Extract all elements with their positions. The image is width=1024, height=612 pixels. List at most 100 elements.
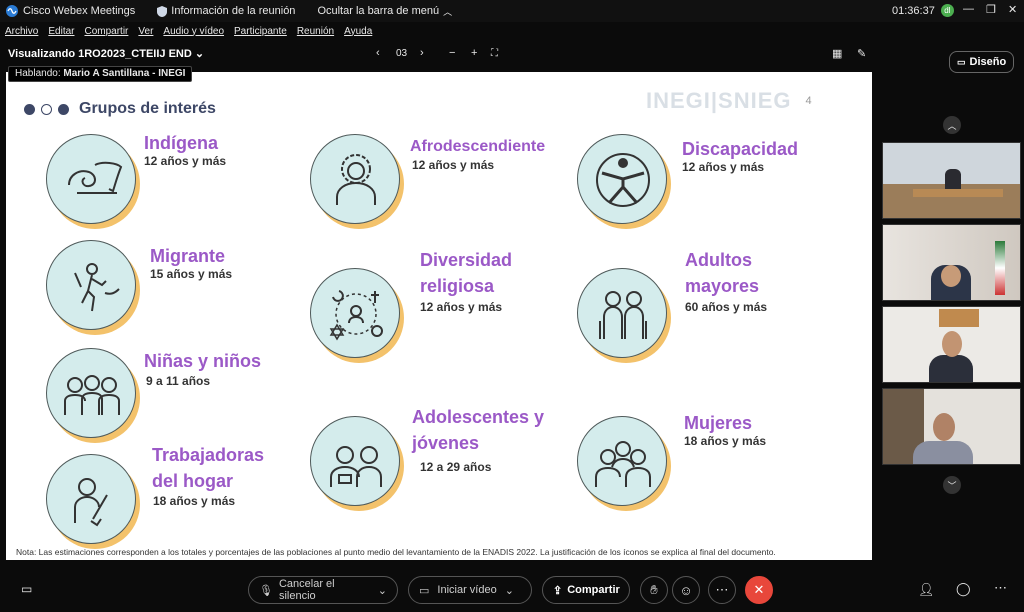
webex-logo-icon — [6, 5, 18, 17]
group-age-discapacidad: 12 años y más — [682, 160, 765, 174]
participant-video-4[interactable] — [882, 388, 1021, 465]
curly-hair-person-icon — [336, 154, 376, 205]
meeting-info-button[interactable]: Información de la reunión — [157, 5, 295, 17]
zoom-in-icon[interactable]: + — [471, 47, 477, 59]
participants-icon[interactable]: 👤︎ — [918, 582, 935, 598]
unmute-button[interactable]: 🎙︎ Cancelar el silencio ⌄ — [248, 576, 398, 604]
emoji-icon: ☺ — [679, 582, 693, 598]
annotate-icon[interactable]: ✎ — [857, 47, 866, 60]
participant-1-desk — [913, 189, 1003, 197]
religion-symbols-icon — [329, 290, 383, 341]
status-badge: dl — [940, 4, 954, 17]
participant-video-3[interactable] — [882, 306, 1021, 383]
design-button[interactable]: ▭ Diseño — [949, 51, 1015, 73]
teenagers-icon — [330, 446, 382, 487]
domestic-worker-icon — [74, 478, 108, 527]
group-age-diversidad: 12 años y más — [420, 300, 503, 314]
restore-icon[interactable]: ❐ — [986, 3, 996, 16]
grid-view-icon[interactable]: ▦ — [832, 47, 842, 60]
diversidad-circle — [310, 268, 400, 358]
more-panels-icon[interactable]: ⋯ — [994, 580, 1007, 596]
captions-icon[interactable]: ▭ — [21, 582, 32, 596]
group-age-migrante: 15 años y más — [150, 267, 233, 281]
participant-3-face — [942, 331, 962, 357]
chevron-up-icon: ︿ — [443, 6, 453, 17]
menu-item-editar[interactable]: Editar — [48, 26, 74, 37]
raise-hand-button[interactable]: ✋︎ — [640, 576, 668, 604]
hide-menu-button[interactable]: Ocultar la barra de menú ︿ — [317, 5, 452, 18]
menu-item-ver[interactable]: Ver — [138, 26, 153, 37]
page-number[interactable]: 03 — [396, 48, 407, 59]
share-label: Compartir — [567, 584, 620, 596]
heading-dot-2 — [41, 103, 52, 115]
menu-item-compartir[interactable]: Compartir — [84, 26, 128, 37]
trabajadoras-circle — [46, 454, 136, 544]
zoom-out-icon[interactable]: − — [449, 47, 455, 59]
viewing-dropdown[interactable]: Visualizando 1RO2023_CTEIIJ END ⌄ — [8, 47, 204, 60]
group-age-adultos: 60 años y más — [685, 300, 768, 314]
menu-item-ayuda[interactable]: Ayuda — [344, 26, 372, 37]
reactions-button[interactable]: ☺ — [672, 576, 700, 604]
participant-4-figure — [913, 441, 973, 464]
participant-video-1[interactable] — [882, 142, 1021, 219]
group-title-migrante: Migrante — [150, 246, 226, 266]
menu-item-audio-video[interactable]: Audio y vídeo — [163, 26, 224, 37]
adultos-circle — [577, 268, 667, 358]
women-icon — [595, 441, 651, 487]
ninas-ninos-circle — [46, 348, 136, 438]
app-title: Cisco Webex Meetings — [6, 5, 135, 17]
participant-3-figure — [929, 355, 973, 382]
participant-2-face — [941, 265, 961, 287]
group-title-afrodescendiente: Afrodescendiente — [410, 138, 546, 155]
participant-1-figure — [945, 169, 961, 191]
viewing-label: Visualizando 1RO2023_CTEIIJ END — [8, 47, 192, 60]
group-title-discapacidad: Discapacidad — [682, 139, 799, 159]
group-age-afrodescendiente: 12 años y más — [412, 158, 495, 172]
speaking-indicator: Hablando: Mario A Santillana - INEGI — [8, 66, 193, 82]
heading-dot-3 — [58, 103, 69, 115]
mic-muted-icon: 🎙︎ — [259, 584, 273, 597]
menu-item-reunion[interactable]: Reunión — [297, 26, 334, 37]
accessibility-icon — [596, 153, 650, 207]
scroll-down-icon[interactable]: ﹀ — [943, 476, 961, 494]
share-icon: ⇪ — [553, 584, 563, 597]
scroll-up-icon[interactable]: ︿ — [943, 116, 961, 134]
next-page-icon[interactable]: › — [420, 47, 424, 59]
speaking-label: Hablando: — [15, 68, 61, 79]
group-title-adolescentes: Adolescentes y jóvenes — [412, 407, 545, 453]
chat-icon[interactable]: ◯ — [956, 581, 971, 597]
more-options-button[interactable]: ⋯ — [708, 576, 736, 604]
participant-video-2[interactable] — [882, 224, 1021, 301]
participant-3-painting — [939, 309, 979, 327]
video-off-icon: ▭ — [419, 584, 430, 597]
share-button[interactable]: ⇪ Compartir — [542, 576, 630, 604]
menu-item-participante[interactable]: Participante — [234, 26, 287, 37]
design-label: Diseño — [969, 56, 1007, 68]
meeting-info-label: Información de la reunión — [171, 5, 296, 17]
group-title-trabajadoras: Trabajadoras del hogar — [152, 445, 265, 491]
slide-page-number: 4 — [805, 95, 812, 107]
prev-page-icon[interactable]: ‹ — [376, 47, 380, 59]
mujeres-circle — [577, 416, 667, 506]
group-title-indigena: Indígena — [144, 133, 219, 153]
start-video-button[interactable]: ▭ Iniciar vídeo ⌄ — [408, 576, 532, 604]
group-title-ninas-ninos: Niñas y niños — [144, 351, 262, 371]
hand-icon: ✋︎ — [650, 582, 658, 597]
group-age-adolescentes: 12 a 29 años — [420, 460, 492, 474]
fit-screen-icon[interactable]: ⛶ — [491, 48, 498, 59]
title-bar: Cisco Webex Meetings Información de la r… — [0, 0, 1024, 22]
group-age-mujeres: 18 años y más — [684, 434, 767, 448]
snail-shell-icon — [68, 161, 123, 194]
unmute-label: Cancelar el silencio — [278, 578, 335, 602]
group-title-mujeres: Mujeres — [684, 413, 753, 433]
adolescentes-circle — [310, 416, 400, 506]
close-icon[interactable]: ✕ — [1008, 3, 1017, 16]
minimize-icon[interactable]: — — [963, 3, 974, 15]
logo-text: INEGI|SNIEG — [646, 88, 792, 113]
participant-4-face — [933, 413, 955, 441]
more-icon: ⋯ — [715, 582, 729, 597]
group-age-trabajadoras: 18 años y más — [153, 494, 236, 508]
heading-dot-1 — [24, 103, 35, 115]
menu-item-archivo[interactable]: Archivo — [5, 26, 38, 37]
leave-meeting-button[interactable]: ✕ — [745, 576, 773, 604]
